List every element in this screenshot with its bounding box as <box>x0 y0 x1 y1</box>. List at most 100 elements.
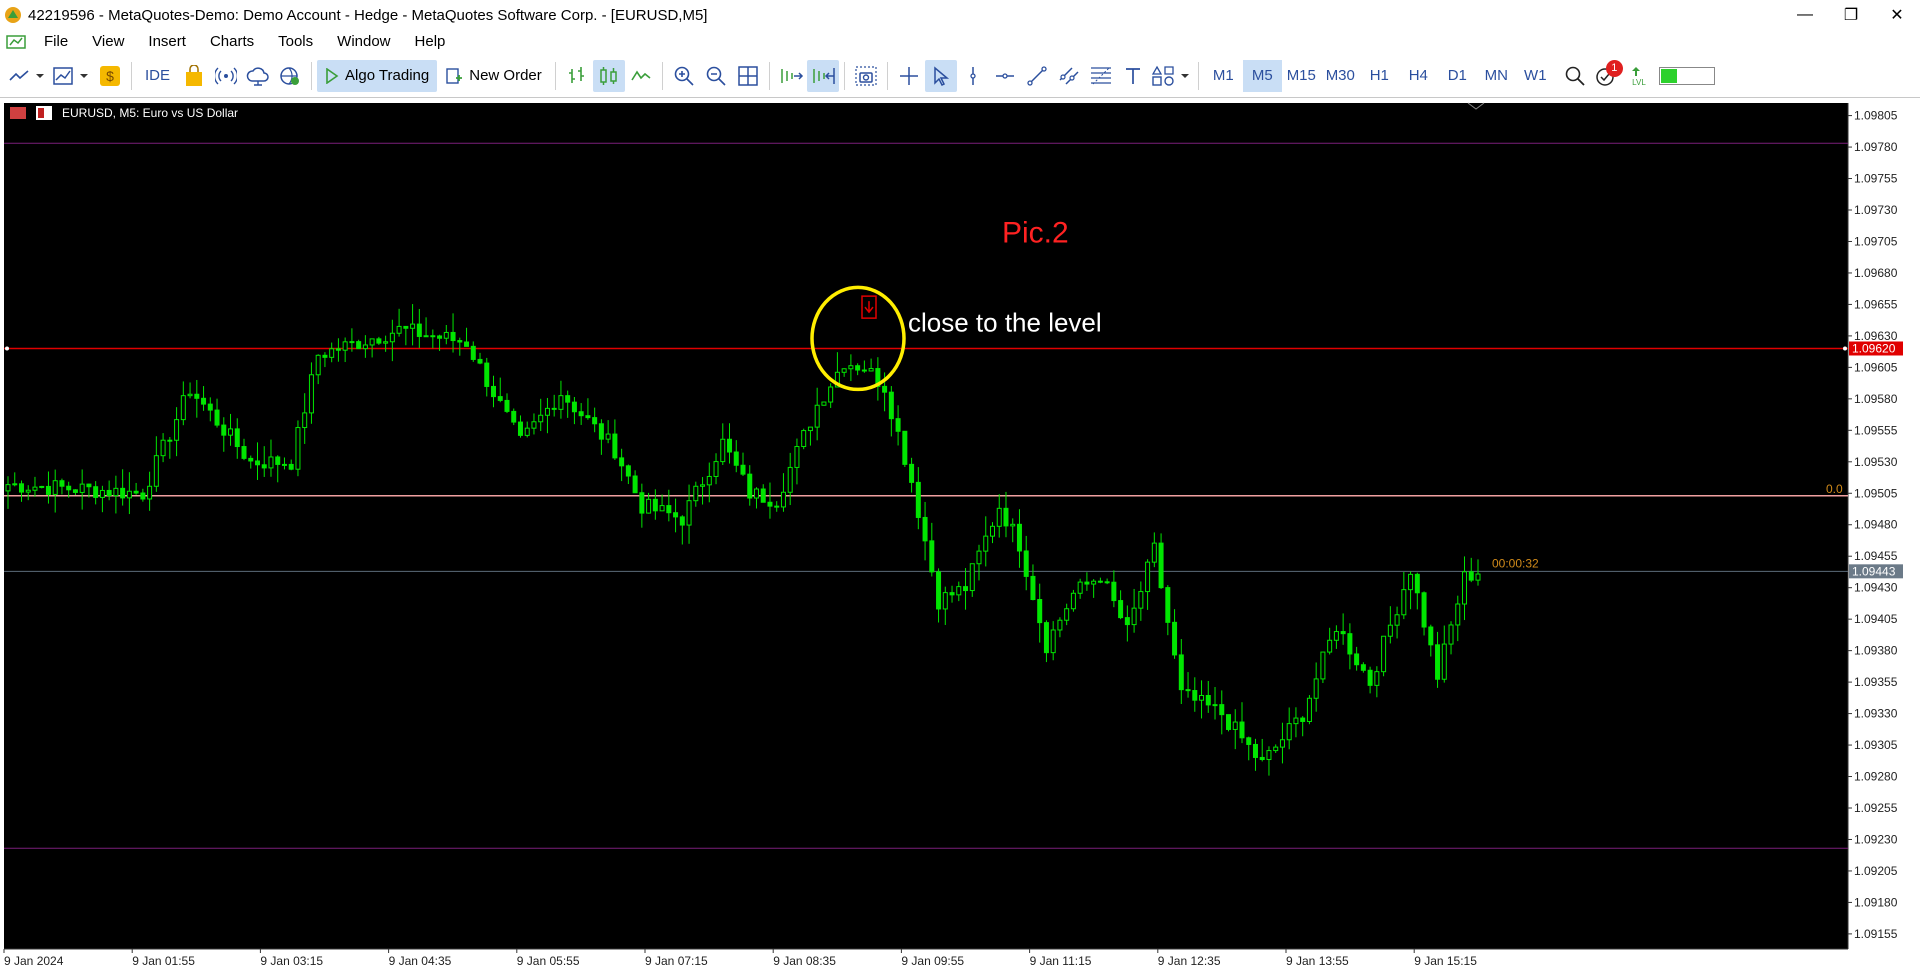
timeframe-m5[interactable]: M5 <box>1242 59 1282 92</box>
candle-body <box>1252 743 1258 758</box>
x-tick-label: 9 Jan 12:35 <box>1158 954 1221 968</box>
candle-body <box>39 485 45 488</box>
candle-body <box>147 485 153 500</box>
line-chart-icon[interactable] <box>625 60 657 92</box>
shapes-dropdown-icon[interactable] <box>1149 60 1193 92</box>
y-tick-label: 1.09780 <box>1854 140 1898 154</box>
vps-cloud-icon[interactable] <box>242 60 274 92</box>
candle-body <box>686 500 692 526</box>
candle-body <box>538 414 544 423</box>
zoom-in-icon[interactable] <box>668 60 700 92</box>
level2-depth-icon[interactable]: LVL <box>1623 60 1655 92</box>
candle-body <box>727 438 733 453</box>
candle-body <box>855 365 861 371</box>
timeframe-h4[interactable]: H4 <box>1399 60 1438 92</box>
candle-body <box>376 338 382 344</box>
chart-window[interactable]: 1.09805 1.09780 1.09755 1.09730 1.09705 1.096… <box>0 99 1920 976</box>
title-bar: 42219596 - MetaQuotes-Demo: Demo Account… <box>0 0 1920 30</box>
candle-body <box>679 516 685 526</box>
cursor-arrow-icon[interactable] <box>924 59 957 92</box>
candle-body <box>1057 619 1063 631</box>
close-button[interactable]: ✕ <box>1874 0 1920 30</box>
timeframe-m15[interactable]: M15 <box>1282 60 1321 92</box>
tile-windows-icon[interactable] <box>732 60 764 92</box>
minimize-button[interactable]: — <box>1782 0 1828 30</box>
menu-bar: File View Insert Charts Tools Window Hel… <box>0 30 1920 79</box>
community-globe-icon[interactable] <box>274 60 306 92</box>
bid-price-label: 1.09443 <box>1852 564 1896 578</box>
y-tick-label: 1.09480 <box>1854 518 1898 532</box>
window-title: 42219596 - MetaQuotes-Demo: Demo Account… <box>28 6 708 24</box>
market-bag-icon[interactable] <box>178 60 210 92</box>
candle-body <box>1259 756 1265 761</box>
candle-body <box>767 501 773 507</box>
candle-body <box>302 412 308 429</box>
candle-body <box>167 439 173 442</box>
x-tick-label: 9 Jan 11:15 <box>1030 954 1092 968</box>
candle-body <box>1219 704 1225 716</box>
candle-body <box>1111 581 1117 602</box>
horizontal-line-icon[interactable] <box>989 60 1021 92</box>
candle-body <box>780 491 786 508</box>
candle-body <box>1327 639 1333 653</box>
level-zero-label: 0.0 <box>1826 482 1843 496</box>
candle-body <box>1239 721 1245 739</box>
market-dollar-icon[interactable]: $ <box>94 60 126 92</box>
notifications-icon[interactable]: 1 <box>1591 59 1623 92</box>
red-level-anchor-left <box>5 346 9 351</box>
candle-body <box>1232 721 1238 730</box>
timeframe-h1[interactable]: H1 <box>1360 60 1399 92</box>
new-order-button[interactable]: New Order <box>437 60 550 92</box>
zoom-out-icon[interactable] <box>700 60 732 92</box>
menu-insert[interactable]: Insert <box>136 30 198 54</box>
candle-body <box>578 411 584 417</box>
timeframe-m30[interactable]: M30 <box>1321 60 1360 92</box>
trendline-icon[interactable] <box>1021 60 1053 92</box>
algo-trading-button[interactable]: Algo Trading <box>317 59 438 92</box>
candle-body <box>1340 631 1346 635</box>
signals-icon[interactable] <box>210 60 242 92</box>
vertical-line-icon[interactable] <box>957 60 989 92</box>
candle-body <box>228 428 234 436</box>
fibonacci-icon[interactable] <box>1085 60 1117 92</box>
candle-body <box>1077 581 1083 594</box>
chart-window-icon[interactable] <box>6 34 26 50</box>
candle-body <box>1172 621 1178 656</box>
candle-body <box>1448 624 1454 645</box>
indicators-dropdown-icon[interactable] <box>50 60 94 92</box>
candle-body <box>517 421 523 436</box>
line-chart-dropdown-icon[interactable] <box>6 60 50 92</box>
screenshot-camera-icon[interactable] <box>850 60 882 92</box>
candle-body <box>936 571 942 610</box>
search-icon[interactable] <box>1559 60 1591 92</box>
candle-body <box>416 323 422 337</box>
candle-body <box>1037 599 1043 624</box>
candle-body <box>882 385 888 393</box>
crosshair-icon[interactable] <box>893 60 925 92</box>
candle-body <box>275 456 281 465</box>
svg-text:LVL: LVL <box>1632 78 1646 87</box>
candle-body <box>120 487 126 499</box>
price-chart[interactable]: 1.09805 1.09780 1.09755 1.09730 1.09705 1.096… <box>0 99 1920 976</box>
equidistant-channel-icon[interactable] <box>1053 60 1085 92</box>
chart-shift-icon[interactable] <box>806 59 839 92</box>
red-level-price-label: 1.09620 <box>1852 341 1896 355</box>
menu-help[interactable]: Help <box>403 30 458 54</box>
maximize-button[interactable]: ❐ <box>1828 0 1874 30</box>
candle-body <box>565 395 571 403</box>
timeframe-m1[interactable]: M1 <box>1204 60 1243 92</box>
menu-view[interactable]: View <box>80 30 136 54</box>
candlestick-chart-icon[interactable] <box>592 59 625 92</box>
auto-scroll-icon[interactable] <box>775 60 807 92</box>
timeframe-w1[interactable]: W1 <box>1516 60 1555 92</box>
ide-button[interactable]: IDE <box>137 60 178 92</box>
timeframe-d1[interactable]: D1 <box>1438 60 1477 92</box>
bar-chart-icon[interactable] <box>561 60 593 92</box>
menu-file[interactable]: File <box>32 30 80 54</box>
timeframe-mn[interactable]: MN <box>1477 60 1516 92</box>
text-tool-icon[interactable] <box>1117 60 1149 92</box>
menu-window[interactable]: Window <box>325 30 402 54</box>
menu-tools[interactable]: Tools <box>266 30 325 54</box>
menu-charts[interactable]: Charts <box>198 30 266 54</box>
y-tick-label: 1.09755 <box>1854 172 1898 186</box>
